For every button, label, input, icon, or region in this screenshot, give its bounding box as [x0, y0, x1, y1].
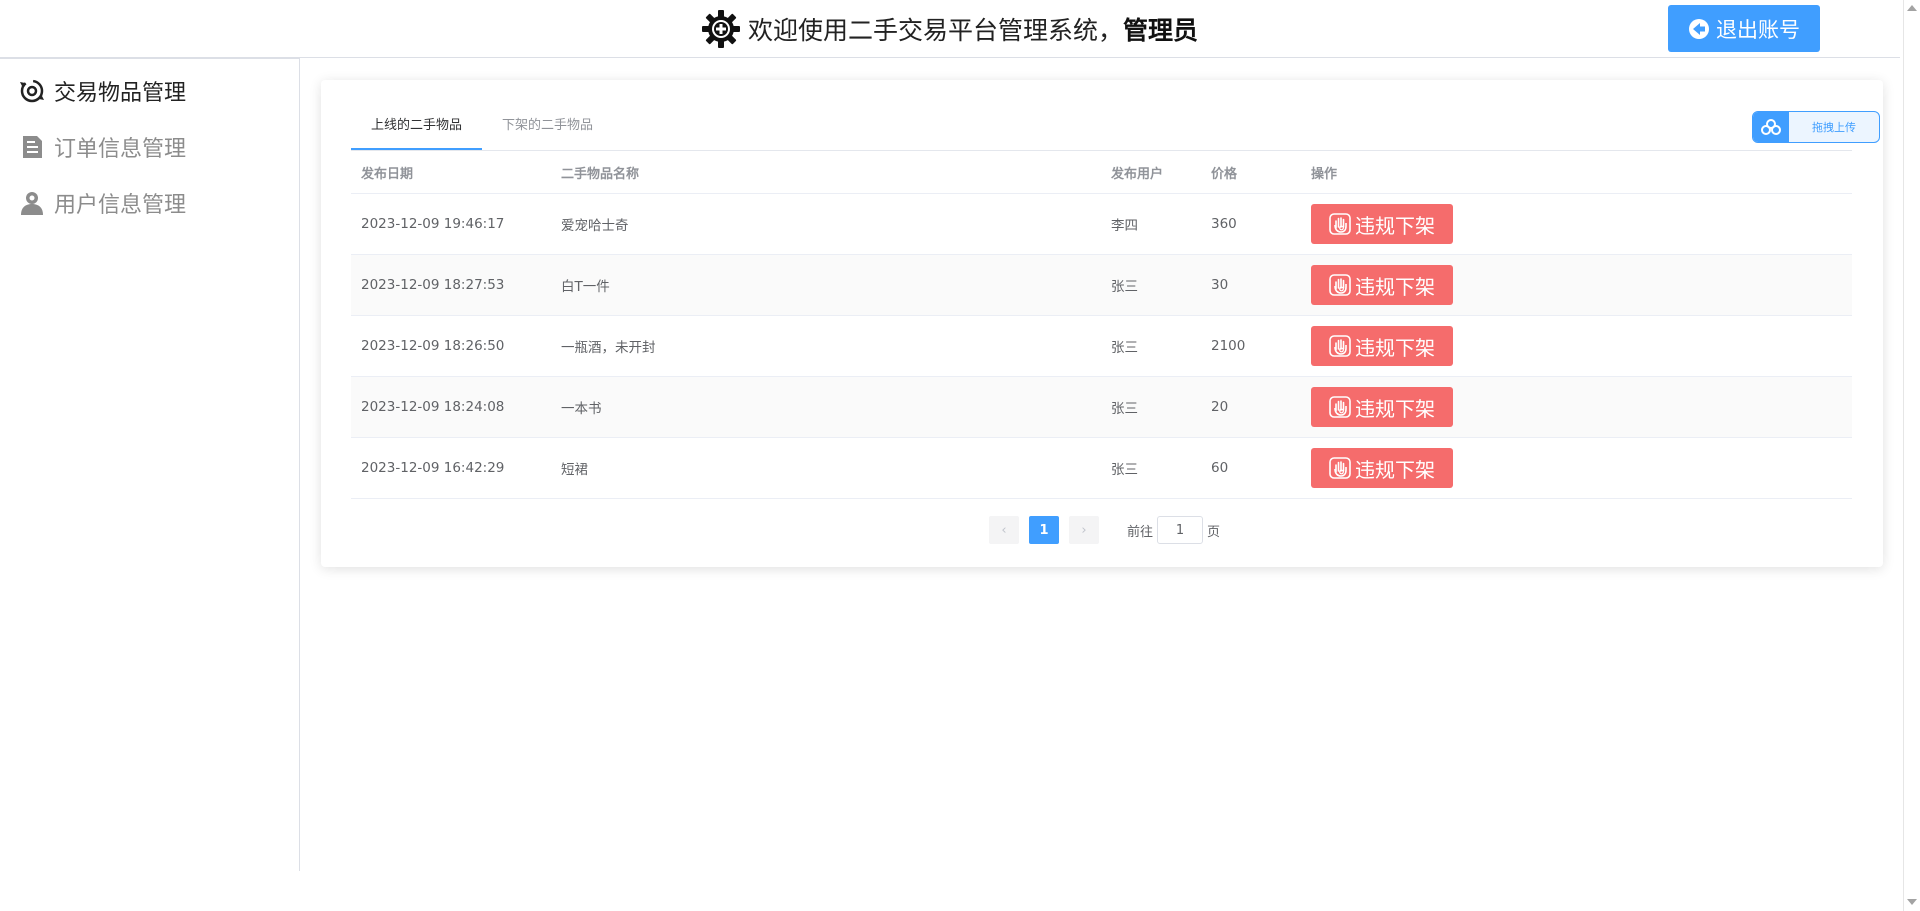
table-row: 2023-12-09 18:26:50 一瓶酒，未开封 张三 2100 违规下架	[351, 316, 1852, 377]
tab-offline-items[interactable]: 下架的二手物品	[482, 108, 613, 150]
takedown-label: 违规下架	[1355, 335, 1435, 360]
header-user: 发布用户	[1111, 166, 1164, 182]
tab-online-items[interactable]: 上线的二手物品	[351, 108, 483, 150]
hand-icon	[1329, 213, 1351, 235]
hand-icon	[1329, 457, 1351, 479]
cell-op: 违规下架	[1301, 387, 1852, 427]
scroll-track	[1903, 0, 1904, 911]
takedown-button[interactable]: 违规下架	[1311, 265, 1453, 305]
goto-suffix: 页	[1207, 524, 1221, 540]
cell-date: 2023-12-09 16:42:29	[361, 460, 505, 476]
hand-icon	[1329, 396, 1351, 418]
cell-price: 20	[1211, 399, 1229, 415]
welcome-text: 欢迎使用二手交易平台管理系统，	[748, 16, 1124, 45]
takedown-label: 违规下架	[1355, 274, 1435, 299]
chevron-left-icon: ‹	[1001, 522, 1007, 538]
cell-date: 2023-12-09 19:46:17	[361, 216, 505, 232]
cell-price: 30	[1211, 277, 1229, 293]
cell-user: 李四	[1111, 218, 1138, 234]
trade-icon	[18, 77, 46, 105]
cell-date: 2023-12-09 18:24:08	[361, 399, 505, 415]
cell-date: 2023-12-09 18:26:50	[361, 338, 505, 354]
arrow-left-icon	[1689, 18, 1709, 39]
takedown-button[interactable]: 违规下架	[1311, 204, 1453, 244]
cell-name: 爱宠哈士奇	[561, 218, 629, 234]
cell-op: 违规下架	[1301, 448, 1852, 488]
logout-label: 退出账号	[1716, 17, 1800, 42]
content-card: 上线的二手物品 下架的二手物品 拖拽上传 发布日期 二手物品名称 发布用户 价格…	[321, 80, 1883, 567]
cell-price: 2100	[1211, 338, 1246, 354]
header-name: 二手物品名称	[561, 166, 640, 182]
cell-user: 张三	[1111, 401, 1138, 417]
header-title: 欢迎使用二手交易平台管理系统， 管理员	[700, 8, 1198, 50]
takedown-button[interactable]: 违规下架	[1311, 326, 1453, 366]
hand-icon	[1329, 335, 1351, 357]
takedown-label: 违规下架	[1355, 457, 1435, 482]
takedown-button[interactable]: 违规下架	[1311, 448, 1453, 488]
header-op: 操作	[1311, 166, 1338, 182]
sidebar-item-label: 交易物品管理	[54, 81, 187, 106]
table-row: 2023-12-09 18:27:53 白T一件 张三 30 违规下架	[351, 255, 1852, 316]
tab-bar: 上线的二手物品 下架的二手物品	[351, 108, 613, 150]
gear-icon	[700, 8, 742, 50]
sidebar-item-trade[interactable]: 交易物品管理	[18, 71, 186, 111]
document-icon	[18, 133, 46, 161]
goto-prefix: 前往	[1127, 524, 1154, 540]
sidebar: 交易物品管理 订单信息管理 用户信息管理	[0, 59, 300, 871]
sidebar-item-users[interactable]: 用户信息管理	[18, 183, 186, 223]
table-body: 2023-12-09 19:46:17 爱宠哈士奇 李四 360 违规下架 2023-12…	[351, 194, 1852, 499]
cell-user: 张三	[1111, 279, 1138, 295]
header-date: 发布日期	[361, 166, 414, 182]
table-header: 发布日期 二手物品名称 发布用户 价格 操作	[351, 151, 1852, 194]
logout-button[interactable]: 退出账号	[1668, 5, 1820, 52]
takedown-button[interactable]: 违规下架	[1311, 387, 1453, 427]
table-row: 2023-12-09 16:42:29 短裙 张三 60 违规下架	[351, 438, 1852, 499]
scroll-up-icon[interactable]	[1907, 5, 1917, 11]
page-number-current[interactable]: 1	[1029, 516, 1059, 544]
table-row: 2023-12-09 18:24:08 一本书 张三 20 违规下架	[351, 377, 1852, 438]
takedown-label: 违规下架	[1355, 396, 1435, 421]
cell-price: 60	[1211, 460, 1229, 476]
cell-name: 一瓶酒，未开封	[561, 340, 656, 356]
items-table: 发布日期 二手物品名称 发布用户 价格 操作 2023-12-09 19:46:…	[351, 151, 1852, 499]
user-role: 管理员	[1123, 16, 1199, 45]
cloud-upload-icon	[1753, 112, 1789, 142]
sidebar-item-orders[interactable]: 订单信息管理	[18, 127, 186, 167]
next-page-button[interactable]: ›	[1069, 516, 1099, 544]
hand-icon	[1329, 274, 1351, 296]
sidebar-item-label: 订单信息管理	[54, 137, 187, 162]
scroll-down-icon[interactable]	[1907, 899, 1917, 905]
table-row: 2023-12-09 19:46:17 爱宠哈士奇 李四 360 违规下架	[351, 194, 1852, 255]
top-header: 欢迎使用二手交易平台管理系统， 管理员 退出账号	[0, 0, 1900, 58]
header-price: 价格	[1211, 166, 1238, 182]
drag-upload-button[interactable]: 拖拽上传	[1752, 111, 1880, 143]
cell-name: 一本书	[561, 401, 602, 417]
sidebar-item-label: 用户信息管理	[54, 193, 187, 218]
cell-name: 短裙	[561, 462, 588, 478]
user-icon	[18, 189, 46, 217]
cell-op: 违规下架	[1301, 326, 1852, 366]
cell-price: 360	[1211, 216, 1237, 232]
cell-user: 张三	[1111, 462, 1138, 478]
cell-date: 2023-12-09 18:27:53	[361, 277, 505, 293]
goto-page: 前往 页	[1127, 516, 1220, 544]
cell-op: 违规下架	[1301, 265, 1852, 305]
goto-page-input[interactable]	[1157, 516, 1204, 544]
cell-user: 张三	[1111, 340, 1138, 356]
upload-label: 拖拽上传	[1812, 121, 1856, 134]
takedown-label: 违规下架	[1355, 213, 1435, 238]
page-scrollbar[interactable]	[1903, 0, 1920, 911]
prev-page-button[interactable]: ‹	[989, 516, 1019, 544]
chevron-right-icon: ›	[1081, 522, 1087, 538]
pagination: ‹ 1 › 前往 页	[989, 516, 1220, 544]
cell-name: 白T一件	[561, 279, 610, 295]
cell-op: 违规下架	[1301, 204, 1852, 244]
